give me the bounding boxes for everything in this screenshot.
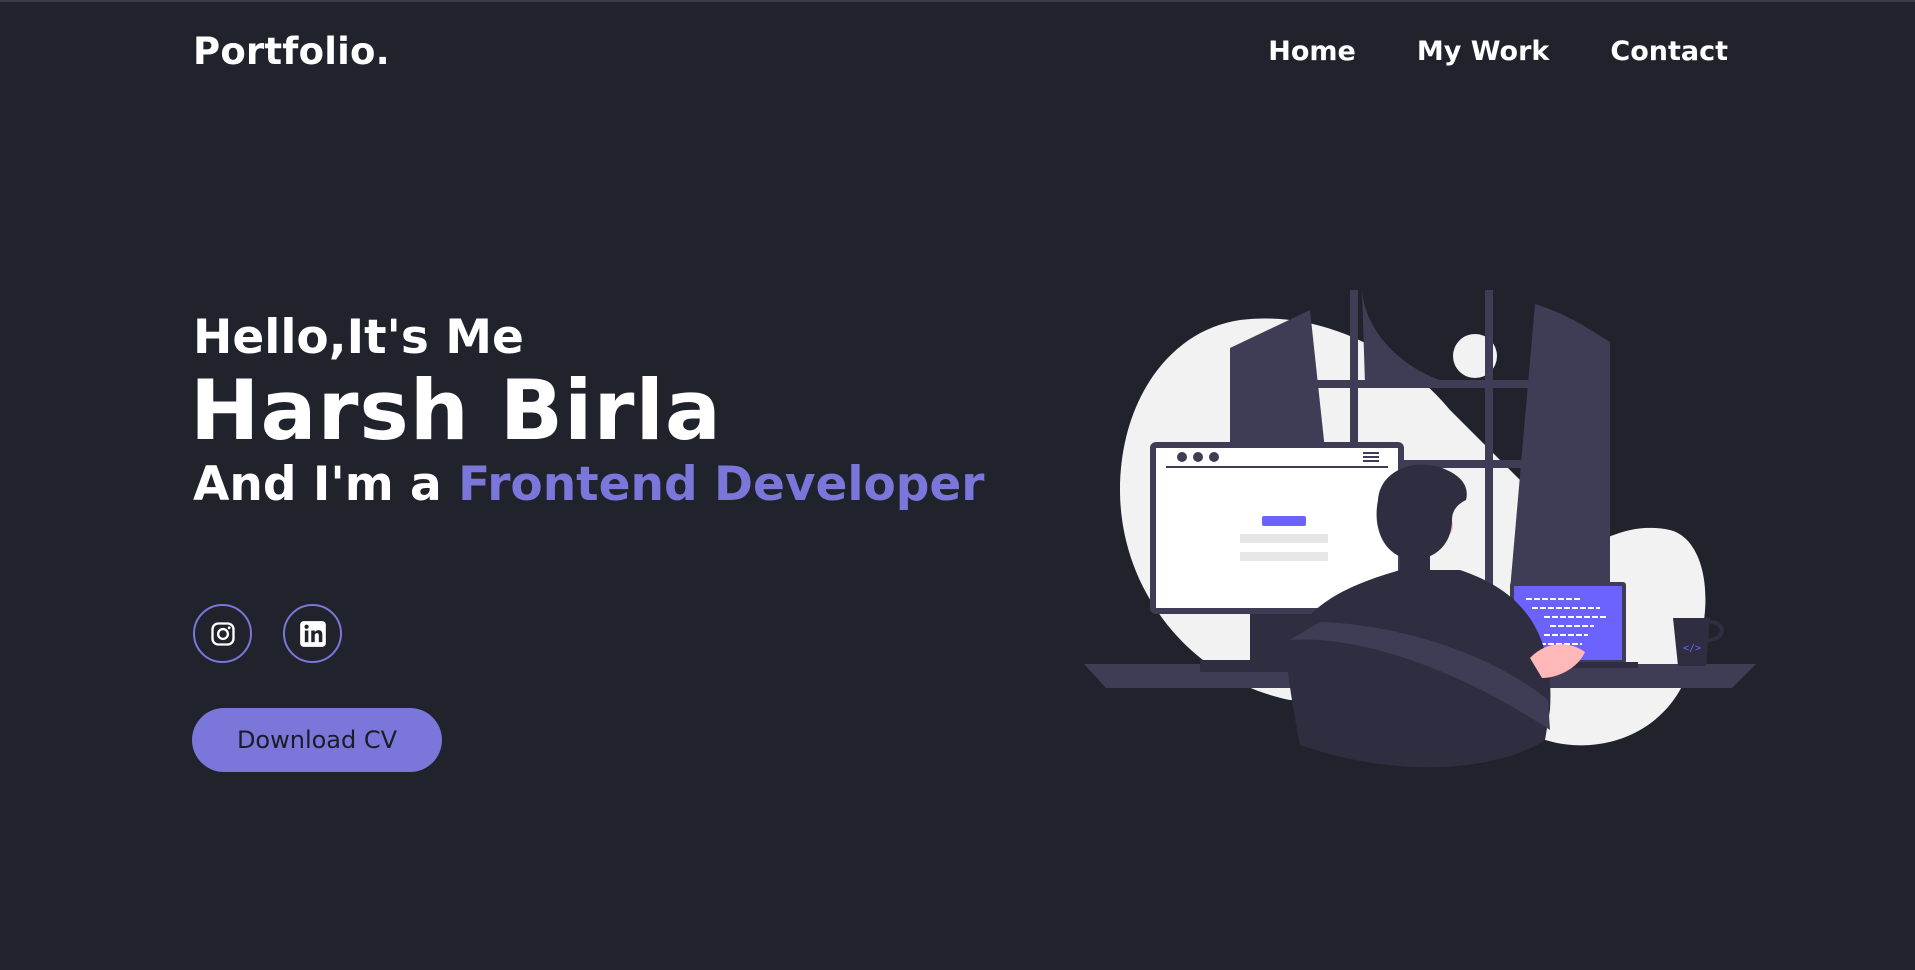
nav-my-work-link[interactable]: My Work — [1417, 36, 1550, 67]
site-logo[interactable]: Portfolio. — [193, 30, 390, 73]
coffee-mug — [1673, 618, 1710, 666]
browser-dot — [1193, 452, 1203, 462]
browser-menu-line — [1363, 452, 1379, 454]
linkedin-link[interactable] — [283, 604, 342, 663]
instagram-icon — [210, 621, 235, 646]
download-cv-button[interactable]: Download CV — [192, 708, 442, 772]
screen-text-line — [1240, 552, 1328, 561]
browser-dot — [1177, 452, 1187, 462]
mug-code-symbol: </> — [1683, 643, 1701, 654]
curtain-right — [1510, 304, 1610, 590]
browser-dot — [1209, 452, 1219, 462]
screen-text-line — [1240, 534, 1328, 543]
curtain-arc — [1362, 290, 1452, 384]
browser-address-bar — [1166, 466, 1388, 468]
hero-role-prefix: And I'm a — [193, 457, 459, 512]
screen-button-shape — [1262, 516, 1306, 526]
browser-menu-line — [1363, 460, 1379, 462]
nav-home-link[interactable]: Home — [1268, 36, 1356, 67]
hero-name: Harsh Birla — [190, 362, 722, 459]
portfolio-page: Portfolio. Home My Work Contact Hello,It… — [0, 0, 1915, 970]
developer-illustration: </> — [1084, 290, 1756, 768]
instagram-link[interactable] — [193, 604, 252, 663]
main-nav: Home My Work Contact — [1268, 36, 1728, 67]
browser-menu-line — [1363, 456, 1379, 458]
window-pane-divider — [1485, 290, 1493, 590]
top-border — [0, 0, 1915, 2]
hero-role-highlight: Frontend Developer — [458, 457, 985, 512]
coffee-mug-handle — [1707, 620, 1724, 642]
linkedin-icon — [299, 620, 326, 647]
nav-contact-link[interactable]: Contact — [1610, 36, 1728, 67]
hero-role: And I'm a Frontend Developer — [193, 457, 984, 512]
hero-greeting: Hello,It's Me — [193, 310, 524, 365]
